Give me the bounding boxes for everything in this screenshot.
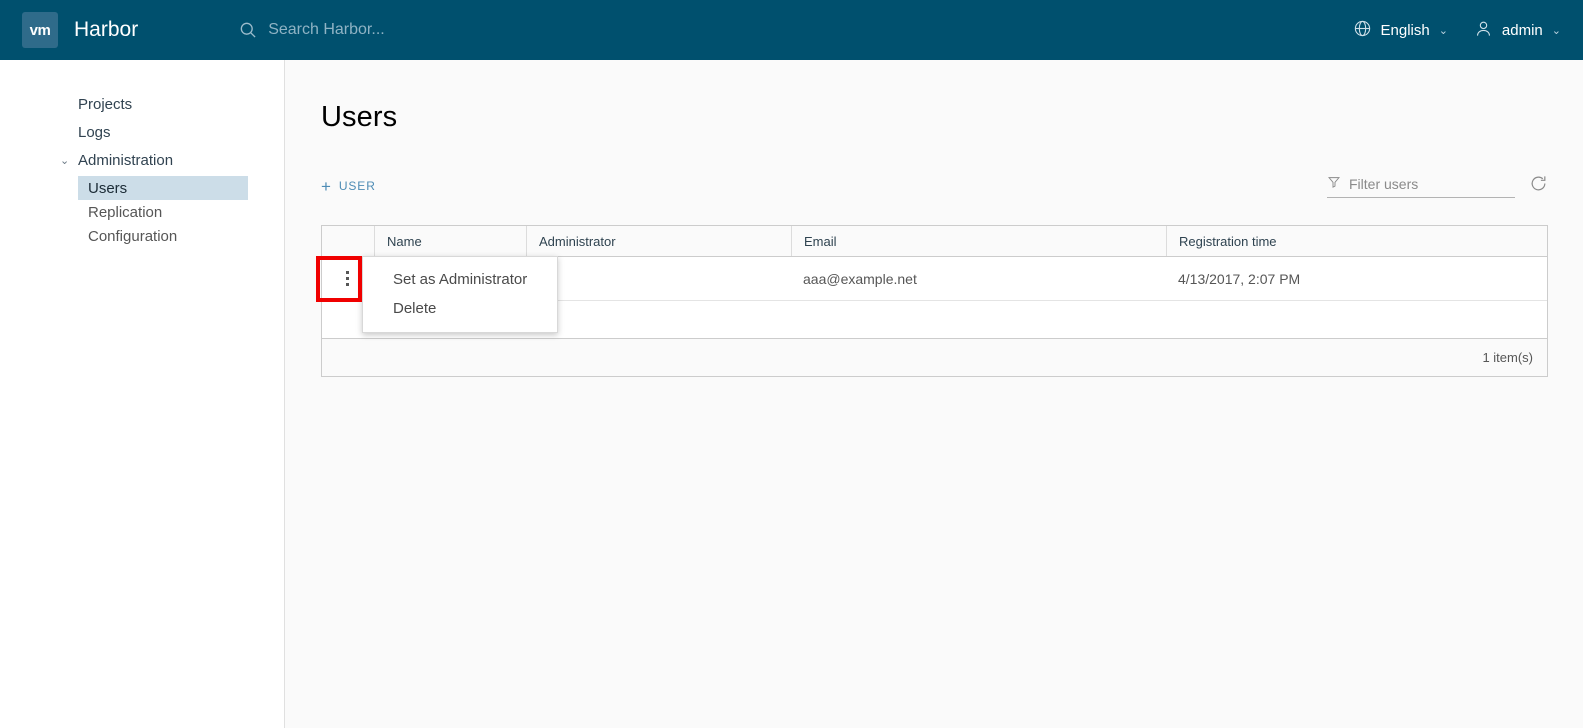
- refresh-icon[interactable]: [1529, 174, 1548, 198]
- search-box[interactable]: [238, 20, 569, 40]
- header-actions: English ⌄ admin ⌄: [1353, 19, 1561, 42]
- chevron-down-icon: ⌄: [1438, 24, 1448, 37]
- brand-title: Harbor: [74, 18, 139, 41]
- search-icon: [238, 20, 258, 40]
- menu-item-delete[interactable]: Delete: [363, 294, 557, 323]
- page-title: Users: [321, 101, 398, 133]
- kebab-dots: [346, 271, 349, 286]
- top-header: vm Harbor English ⌄: [0, 0, 1583, 60]
- sidebar-item-label: Configuration: [88, 227, 178, 245]
- filter-group: [1327, 174, 1548, 198]
- sidebar-item-label: Users: [88, 179, 128, 197]
- sidebar-item-projects[interactable]: Projects: [0, 92, 284, 116]
- column-header-administrator[interactable]: Administrator: [526, 226, 791, 256]
- sidebar-item-label: Administration: [78, 151, 174, 169]
- brand[interactable]: vm Harbor: [22, 12, 138, 48]
- column-header-email[interactable]: Email: [791, 226, 1166, 256]
- user-icon: [1474, 19, 1493, 42]
- add-user-button[interactable]: + USER: [321, 178, 376, 195]
- main-content: Users + USER Filter users Name Administr…: [286, 60, 1583, 728]
- action-bar: + USER: [321, 171, 1548, 201]
- chevron-down-icon: ⌄: [60, 154, 70, 167]
- menu-item-set-as-administrator[interactable]: Set as Administrator: [363, 265, 557, 294]
- language-selector[interactable]: English ⌄: [1353, 19, 1448, 42]
- filter-icon: [1327, 175, 1341, 194]
- vmware-logo-icon: vm: [22, 12, 58, 48]
- sidebar-item-replication[interactable]: Replication: [0, 200, 284, 224]
- add-user-label: USER: [338, 179, 376, 193]
- filter-users-input[interactable]: [1349, 176, 1509, 192]
- table-footer: 1 item(s): [322, 339, 1547, 376]
- filter-users-box[interactable]: [1327, 175, 1515, 198]
- user-name-label: admin: [1501, 21, 1543, 39]
- sidebar-item-label: Logs: [78, 123, 111, 141]
- search-input[interactable]: [268, 21, 569, 39]
- column-header-actions: [322, 226, 374, 256]
- table-header-row: Name Administrator Email Registration ti…: [322, 226, 1547, 257]
- sidebar-item-users[interactable]: Users: [78, 176, 248, 200]
- cell-administrator: [526, 257, 791, 300]
- sidebar: Projects Logs ⌄ Administration Users Rep…: [0, 60, 285, 728]
- sidebar-item-logs[interactable]: Logs: [0, 120, 284, 144]
- language-label: English: [1380, 21, 1430, 39]
- column-header-registration-time[interactable]: Registration time: [1166, 226, 1547, 256]
- globe-icon: [1353, 19, 1372, 42]
- column-header-name[interactable]: Name: [374, 226, 526, 256]
- sidebar-item-label: Projects: [78, 95, 133, 113]
- plus-icon: +: [321, 176, 332, 196]
- item-count-label: 1 item(s): [1482, 350, 1533, 365]
- cell-email: aaa@example.net: [803, 270, 917, 287]
- cell-registration-time: 4/13/2017, 2:07 PM: [1178, 270, 1301, 287]
- user-menu[interactable]: admin ⌄: [1474, 19, 1561, 42]
- sidebar-item-label: Replication: [88, 203, 163, 221]
- chevron-down-icon: ⌄: [1551, 24, 1561, 37]
- row-context-menu[interactable]: Set as Administrator Delete: [362, 256, 558, 333]
- sidebar-item-administration[interactable]: ⌄ Administration: [0, 148, 284, 172]
- sidebar-item-configuration[interactable]: Configuration: [0, 224, 284, 248]
